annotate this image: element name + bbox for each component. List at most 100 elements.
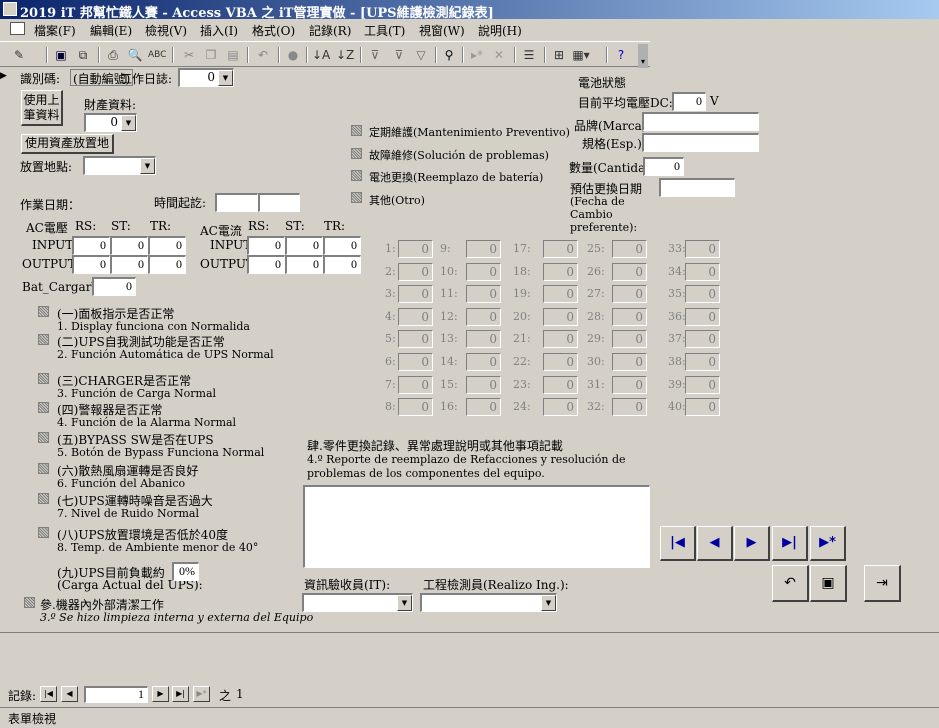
design-view-icon[interactable]: ✎ [10, 46, 28, 64]
cell-4-input[interactable]: 0 [398, 307, 433, 326]
cell-30-input[interactable]: 0 [612, 353, 647, 371]
time-end-input[interactable] [258, 193, 300, 212]
use-last-record-button[interactable]: 使用上筆資料 [21, 90, 63, 126]
filter-by-form-icon[interactable]: ⊽ [390, 46, 408, 64]
new-record-nav-icon[interactable]: ▶* [810, 526, 846, 561]
cell-12-input[interactable]: 0 [466, 307, 501, 326]
form-icon[interactable] [10, 22, 25, 35]
record-selector-icon[interactable]: ▶ [0, 68, 7, 85]
menu-records[interactable]: 記錄(R) [309, 22, 351, 39]
menu-file[interactable]: 檔案(F) [34, 22, 76, 39]
menu-view[interactable]: 檢視(V) [145, 22, 187, 39]
save-record-icon[interactable]: ▣ [810, 565, 847, 602]
properties-icon[interactable]: ☰ [520, 46, 538, 64]
chevron-down-icon[interactable]: ▼ [397, 595, 412, 611]
delete-record-icon[interactable]: ✕ [490, 46, 508, 64]
last-record-icon[interactable]: ▶| [772, 526, 808, 561]
toolbar-options-icon[interactable]: ▾ [638, 44, 648, 68]
time-start-input[interactable] [215, 193, 258, 212]
check-item-7-checkbox[interactable] [38, 493, 49, 504]
new-record-icon[interactable]: ▸* [468, 46, 486, 64]
cell-6-input[interactable]: 0 [398, 353, 433, 371]
menu-edit[interactable]: 編輯(E) [90, 22, 132, 39]
check-item-1-checkbox[interactable] [38, 306, 49, 317]
a-out-tr[interactable]: 0 [323, 255, 361, 274]
replace-date-input[interactable] [659, 178, 735, 197]
cell-33-input[interactable]: 0 [685, 240, 720, 258]
location-combo[interactable]: ▼ [83, 156, 156, 175]
a-out-st[interactable]: 0 [285, 255, 323, 274]
v-out-tr[interactable]: 0 [148, 255, 186, 274]
sort-desc-icon[interactable]: ↓Z [336, 46, 354, 64]
menu-help[interactable]: 說明(H) [478, 22, 522, 39]
undo-action-icon[interactable]: ↶ [772, 565, 809, 602]
cell-26-input[interactable]: 0 [612, 262, 647, 281]
workday-combo[interactable]: 0 ▼ [178, 68, 234, 87]
prev-record-nav-icon[interactable]: ◀ [61, 686, 78, 702]
cell-9-input[interactable]: 0 [466, 240, 501, 258]
v-out-rs[interactable]: 0 [72, 255, 110, 274]
notes-textarea[interactable] [303, 485, 650, 568]
current-record-input[interactable]: 1 [84, 686, 148, 703]
cell-34-input[interactable]: 0 [685, 262, 720, 281]
cell-1-input[interactable]: 0 [398, 240, 433, 258]
cell-18-input[interactable]: 0 [543, 262, 578, 281]
cell-22-input[interactable]: 0 [543, 353, 578, 371]
v-in-rs[interactable]: 0 [72, 236, 110, 255]
use-asset-location-button[interactable]: 使用資產放置地 [21, 134, 114, 154]
cell-29-input[interactable]: 0 [612, 330, 647, 349]
cell-32-input[interactable]: 0 [612, 398, 647, 417]
next-record-nav-icon[interactable]: ▶ [152, 686, 169, 702]
v-in-st[interactable]: 0 [110, 236, 148, 255]
bat-charge-input[interactable]: 0 [92, 277, 136, 296]
cell-5-input[interactable]: 0 [398, 330, 433, 349]
paste-icon[interactable]: ▤ [224, 46, 242, 64]
cell-7-input[interactable]: 0 [398, 375, 433, 394]
print-preview-icon[interactable]: 🔍 [126, 46, 144, 64]
menu-tools[interactable]: 工具(T) [364, 22, 405, 39]
spell-check-icon[interactable]: ABC [148, 46, 166, 64]
check-item-2-checkbox[interactable] [38, 334, 49, 345]
new-object-icon[interactable]: ▦▾ [572, 46, 590, 64]
qty-input[interactable]: 0 [643, 157, 684, 176]
first-record-icon[interactable]: |◀ [660, 526, 696, 561]
clean-checkbox[interactable] [24, 597, 35, 608]
cell-23-input[interactable]: 0 [543, 375, 578, 394]
prev-record-icon[interactable]: ◀ [697, 526, 733, 561]
menu-insert[interactable]: 插入(I) [200, 22, 238, 39]
cell-17-input[interactable]: 0 [543, 240, 578, 258]
eng-signer-combo[interactable]: ▼ [420, 593, 557, 612]
cell-35-input[interactable]: 0 [685, 285, 720, 304]
chevron-down-icon[interactable]: ▼ [541, 595, 556, 611]
last-record-nav-icon[interactable]: ▶| [172, 686, 189, 702]
v-out-st[interactable]: 0 [110, 255, 148, 274]
cell-2-input[interactable]: 0 [398, 262, 433, 281]
check-item-5-checkbox[interactable] [38, 432, 49, 443]
apply-filter-icon[interactable]: ▽ [412, 46, 430, 64]
menu-window[interactable]: 視窗(W) [419, 22, 465, 39]
a-in-st[interactable]: 0 [285, 236, 323, 255]
load-input[interactable]: 0% [172, 562, 199, 581]
find-icon[interactable]: ⚲ [440, 46, 458, 64]
check-item-6-checkbox[interactable] [38, 463, 49, 474]
cell-8-input[interactable]: 0 [398, 398, 433, 417]
it-signer-combo[interactable]: ▼ [302, 593, 413, 612]
cell-28-input[interactable]: 0 [612, 307, 647, 326]
cell-38-input[interactable]: 0 [685, 353, 720, 371]
cell-40-input[interactable]: 0 [685, 398, 720, 417]
check-item-8-checkbox[interactable] [38, 527, 49, 538]
cell-36-input[interactable]: 0 [685, 307, 720, 326]
cell-13-input[interactable]: 0 [466, 330, 501, 349]
maint-other-checkbox[interactable] [351, 192, 362, 203]
cell-25-input[interactable]: 0 [612, 240, 647, 258]
chevron-down-icon[interactable]: ▼ [121, 115, 136, 131]
check-item-4-checkbox[interactable] [38, 402, 49, 413]
help-icon[interactable]: ? [612, 46, 630, 64]
v-in-tr[interactable]: 0 [148, 236, 186, 255]
save-as-icon[interactable]: ⧉ [74, 46, 92, 64]
undo-icon[interactable]: ↶ [254, 46, 272, 64]
sort-asc-icon[interactable]: ↓A [312, 46, 330, 64]
save-icon[interactable]: ▣ [52, 46, 70, 64]
cell-20-input[interactable]: 0 [543, 307, 578, 326]
cell-16-input[interactable]: 0 [466, 398, 501, 417]
